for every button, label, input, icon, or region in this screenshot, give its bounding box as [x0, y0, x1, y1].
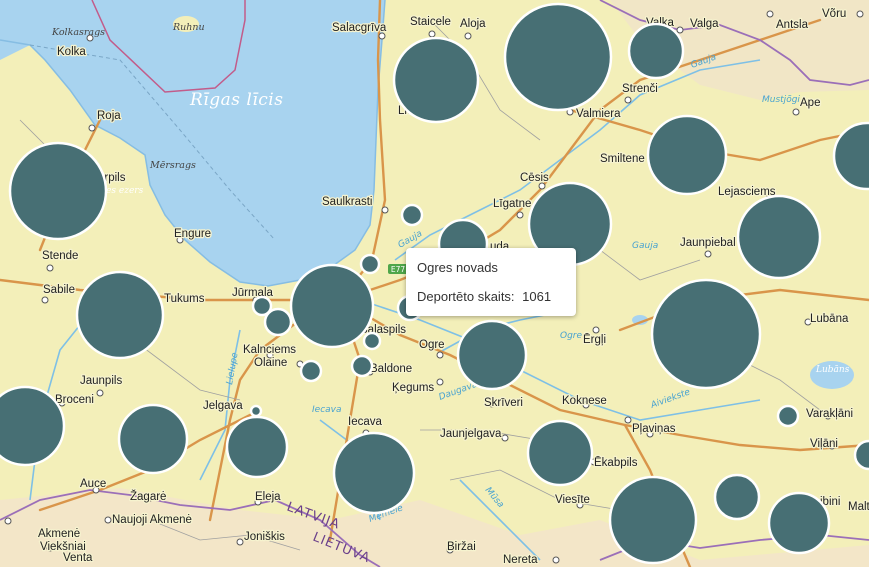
- cape-kolkasrags: Kolkasrags: [51, 27, 105, 38]
- svg-text:Nereta: Nereta: [503, 554, 538, 566]
- gulf-label: Rīgas līcis: [189, 90, 283, 110]
- region-bubble[interactable]: [627, 22, 685, 80]
- svg-text:Viļāni: Viļāni: [810, 438, 838, 450]
- svg-text:Tukums: Tukums: [164, 293, 205, 305]
- svg-text:Lubāna: Lubāna: [810, 313, 849, 325]
- region-bubble[interactable]: [117, 403, 189, 475]
- svg-text:Jaunpils: Jaunpils: [80, 375, 122, 387]
- svg-text:Eleja: Eleja: [255, 491, 281, 503]
- region-bubble[interactable]: [289, 263, 375, 349]
- svg-text:Aloja: Aloja: [460, 18, 486, 30]
- svg-text:Biržai: Biržai: [447, 541, 476, 553]
- svg-text:Engure: Engure: [174, 228, 211, 240]
- svg-text:Viesīte: Viesīte: [555, 494, 590, 506]
- tooltip-label: Deportēto skaits:: [417, 289, 515, 304]
- svg-text:Lielupe: Lielupe: [225, 351, 241, 385]
- svg-text:Jelgava: Jelgava: [203, 400, 243, 412]
- region-bubble[interactable]: [299, 359, 323, 383]
- region-tooltip: Ogres novads Deportēto skaits: 1061: [406, 248, 576, 316]
- cape-mersrags: Mērsrags: [149, 160, 196, 171]
- region-bubble[interactable]: [392, 36, 480, 124]
- svg-text:Kalnciems: Kalnciems: [243, 344, 296, 356]
- svg-text:Broceni: Broceni: [55, 394, 94, 406]
- svg-text:Jaunjelgava: Jaunjelgava: [440, 428, 502, 440]
- lake-label-lubans: Lubāns: [815, 365, 850, 375]
- svg-text:Joniškis: Joniškis: [244, 531, 285, 543]
- region-bubble[interactable]: [225, 415, 289, 479]
- tooltip-value: 1061: [522, 289, 552, 304]
- svg-text:Pļaviņas: Pļaviņas: [632, 423, 676, 435]
- svg-text:E77: E77: [391, 265, 406, 274]
- svg-text:Koknese: Koknese: [562, 395, 607, 407]
- svg-text:Venta: Venta: [63, 552, 93, 564]
- region-bubble[interactable]: [8, 141, 108, 241]
- region-bubble-ogres-novads[interactable]: [456, 319, 528, 391]
- svg-text:Žagarė: Žagarė: [130, 490, 166, 503]
- region-bubble[interactable]: [526, 419, 594, 487]
- region-bubble[interactable]: [646, 114, 728, 196]
- region-bubble[interactable]: [263, 307, 293, 337]
- region-bubble[interactable]: [359, 253, 381, 275]
- region-bubble[interactable]: [0, 385, 66, 467]
- svg-text:Strenči: Strenči: [622, 83, 658, 95]
- region-bubble[interactable]: [350, 354, 374, 378]
- svg-text:Gauja: Gauja: [632, 241, 658, 251]
- region-bubble[interactable]: [362, 331, 382, 351]
- svg-text:Līgatne: Līgatne: [493, 198, 531, 210]
- svg-text:Malt: Malt: [848, 501, 869, 513]
- svg-text:Viekšniai: Viekšniai: [40, 541, 86, 553]
- region-bubble[interactable]: [736, 194, 822, 280]
- region-bubble[interactable]: [832, 121, 869, 191]
- svg-text:Sabile: Sabile: [43, 284, 75, 296]
- region-bubble[interactable]: [713, 473, 761, 521]
- svg-text:Olaine: Olaine: [254, 357, 287, 369]
- region-bubble[interactable]: [249, 404, 263, 418]
- svg-text:Iecava: Iecava: [348, 416, 382, 428]
- region-bubble[interactable]: [503, 2, 613, 112]
- region-bubble[interactable]: [650, 278, 762, 390]
- svg-text:Lejasciems: Lejasciems: [718, 186, 776, 198]
- svg-text:Cēsis: Cēsis: [520, 172, 549, 184]
- svg-text:Mustjõgi: Mustjõgi: [762, 95, 800, 105]
- region-bubble[interactable]: [776, 404, 800, 428]
- svg-text:Skrīveri: Skrīveri: [484, 397, 523, 409]
- svg-text:Ape: Ape: [800, 97, 820, 109]
- svg-text:Akmenė: Akmenė: [38, 528, 80, 540]
- map-view[interactable]: E77 Rīgas līcis Ruhnu ures ezers Lubāns …: [0, 0, 869, 567]
- svg-text:Ogre: Ogre: [419, 339, 445, 351]
- svg-text:Ogre: Ogre: [560, 331, 582, 341]
- svg-text:Võru: Võru: [822, 8, 846, 20]
- svg-text:Baldone: Baldone: [370, 363, 412, 375]
- region-bubble[interactable]: [767, 491, 831, 555]
- svg-text:Varakļāni: Varakļāni: [806, 408, 853, 420]
- svg-text:Roja: Roja: [97, 110, 121, 122]
- region-bubble[interactable]: [608, 475, 698, 565]
- svg-text:Naujoji Akmenė: Naujoji Akmenė: [112, 514, 192, 526]
- svg-text:Antsla: Antsla: [776, 19, 809, 31]
- tooltip-title: Ogres novads: [417, 260, 498, 275]
- svg-text:Ēkabpils: Ēkabpils: [594, 457, 638, 469]
- svg-text:Aiviekste: Aiviekste: [649, 387, 692, 411]
- svg-text:Auce: Auce: [80, 478, 106, 490]
- svg-text:Kolka: Kolka: [57, 46, 86, 58]
- svg-text:Jūrmala: Jūrmala: [232, 287, 274, 299]
- svg-text:Ērgļi: Ērgļi: [583, 334, 606, 346]
- svg-text:Smiltene: Smiltene: [600, 153, 645, 165]
- svg-text:Staicele: Staicele: [410, 16, 451, 28]
- tooltip-row: Deportēto skaits: 1061: [417, 289, 565, 304]
- region-bubble[interactable]: [332, 431, 416, 515]
- svg-text:Jaunpiebal: Jaunpiebal: [680, 237, 736, 249]
- svg-text:Saulkrasti: Saulkrasti: [322, 196, 373, 208]
- svg-text:Valga: Valga: [690, 18, 719, 30]
- svg-text:Iecava: Iecava: [312, 405, 342, 415]
- island-label: Ruhnu: [172, 22, 205, 33]
- region-bubble[interactable]: [75, 270, 165, 360]
- svg-text:Valmiera: Valmiera: [576, 108, 621, 120]
- svg-text:Ķegums: Ķegums: [392, 382, 434, 394]
- svg-text:Salacgrīva: Salacgrīva: [332, 22, 387, 34]
- region-bubble[interactable]: [400, 203, 424, 227]
- svg-text:Stende: Stende: [42, 250, 78, 262]
